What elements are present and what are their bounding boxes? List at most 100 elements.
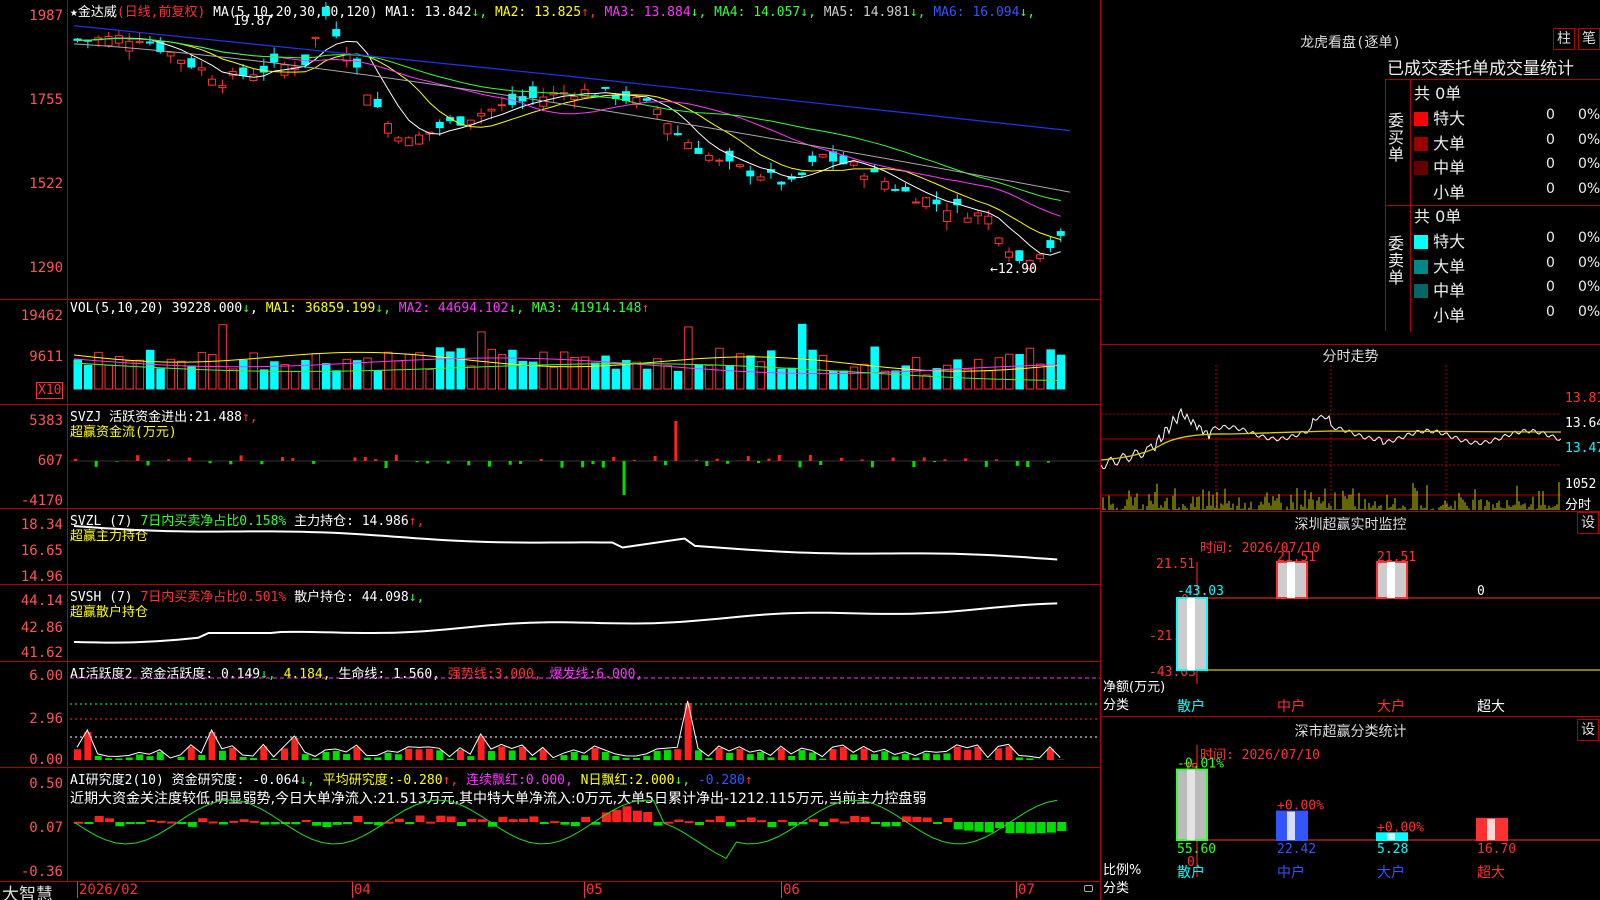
activity-bar [343, 753, 351, 760]
flow-bar [291, 458, 295, 461]
candle-body [177, 59, 185, 64]
lhb-divider [1410, 80, 1411, 332]
research-bar [933, 822, 943, 824]
order-row: 小单 0 0% [1414, 179, 1600, 202]
research-bar [508, 819, 518, 822]
flow-bar [1046, 461, 1050, 463]
order-pct: 0% [1578, 230, 1600, 246]
monitor-chart[interactable]: -43.03 散户 21.51 中户 21.51 大户 0 超大 [1101, 512, 1600, 717]
activity-bar [353, 747, 361, 760]
monitor-panel[interactable]: 深圳超赢实时监控 设 时间: 2026/07/10 21.51 0 -21.51… [1100, 512, 1600, 717]
classify-chart[interactable]: -0.01% 55.60 散户 +0.00% 22.42 中户 +0.00% 5.28 大户 16… [1101, 717, 1600, 900]
activity-bar [363, 757, 371, 760]
candle-body [942, 210, 951, 223]
flow-bar [912, 461, 916, 468]
flow-bar [653, 455, 657, 461]
activity-bar [881, 751, 889, 760]
y-tick: 5383 [29, 413, 63, 429]
research-bar [767, 822, 777, 828]
activity-bar [187, 746, 195, 760]
svsh-chart[interactable] [70, 585, 1100, 662]
vol-y-axis: 19462 9611 X10 [0, 300, 68, 404]
candle-body [363, 94, 372, 106]
ai-activity-chart[interactable] [70, 662, 1100, 768]
order-pct: 0% [1578, 156, 1600, 172]
order-row: 中单 0 0% [1414, 277, 1600, 300]
stroke-mode-button[interactable]: 笔 [1578, 28, 1600, 50]
candle-body [984, 215, 993, 225]
volume-bar [125, 360, 134, 390]
svzj-pane[interactable]: 5383 607 -4170 SVZJ 活跃资金进出:21.488↑, 超赢资金… [0, 405, 1100, 509]
flow-bar [726, 461, 730, 464]
candle-body [197, 67, 206, 71]
candle-body [663, 123, 672, 135]
ai-research-pane[interactable]: 0.50 0.07 -0.36 AI研究度2(10) 资金研究度: -0.064… [0, 768, 1100, 882]
ai-research-chart[interactable] [70, 768, 1100, 882]
candle-body [746, 170, 755, 177]
category-label: 散户 [1177, 698, 1205, 715]
color-swatch [1414, 259, 1428, 274]
volume-bar [228, 368, 238, 390]
classify-panel[interactable]: 深市超赢分类统计 设 时间: 2026/07/10 75 50 25 0 比例%… [1100, 717, 1600, 900]
svzl-chart[interactable] [70, 509, 1100, 585]
flow-bar [819, 461, 823, 465]
y-tick: 1987 [29, 8, 63, 24]
activity-bar [136, 754, 144, 760]
intraday-panel[interactable]: 分时走势 13.81 13.64 13.47 1052 分时 [1100, 345, 1600, 512]
flow-bar [891, 457, 895, 461]
volume-bar [870, 346, 879, 390]
holding-line [73, 525, 1058, 561]
volume-bar [332, 370, 341, 390]
svsh-pane[interactable]: 44.14 42.86 41.62 SVSH (7) 7日内买卖净占比0.501… [0, 585, 1100, 662]
volume-bar [477, 331, 486, 390]
volume-bar [539, 351, 548, 390]
research-bar [353, 815, 363, 822]
research-bar [757, 820, 767, 823]
order-type: 中单 [1428, 158, 1466, 177]
activity-bar [663, 750, 671, 760]
lock-icon[interactable] [1084, 885, 1093, 892]
candle-body [270, 53, 279, 63]
volume-pane[interactable]: 19462 9611 X10 VOL(5,10,20) 39228.000↓, … [0, 300, 1100, 405]
flow-bar [425, 461, 429, 464]
activity-bar [870, 754, 878, 760]
volume-chart[interactable] [70, 300, 1100, 405]
activity-bar [425, 748, 433, 760]
research-bar [974, 822, 984, 832]
research-bar [684, 821, 694, 824]
activity-bar [529, 757, 537, 760]
color-swatch [1414, 235, 1428, 249]
y-tick: 1290 [29, 260, 63, 276]
activity-bar [922, 753, 930, 760]
activity-bar [767, 757, 775, 760]
research-bar [726, 822, 736, 827]
kline-chart[interactable] [70, 0, 1100, 300]
bar-mode-button[interactable]: 柱 [1553, 28, 1575, 50]
order-pct: 0% [1578, 107, 1600, 123]
y-tick: 44.14 [20, 593, 63, 609]
candle-body [166, 51, 175, 57]
research-bar [198, 818, 208, 822]
intraday-vol-tick: 1052 [1565, 477, 1597, 492]
volume-bar [725, 365, 735, 390]
svzj-chart[interactable] [70, 405, 1100, 509]
activity-bar [270, 758, 278, 760]
x-label: 05 [584, 882, 603, 898]
ai-activity-pane[interactable]: 6.00 2.96 0.00 AI活跃度2 资金活跃度: 0.149↓, 4.1… [0, 662, 1100, 768]
research-bar [249, 820, 259, 823]
y-tick: 1755 [29, 92, 63, 108]
research-bar [156, 820, 166, 823]
svzl-pane[interactable]: 18.34 16.65 14.96 SVZL (7) 7日内买卖净占比0.158… [0, 509, 1100, 585]
research-bar [1005, 822, 1015, 834]
flow-bar [663, 461, 667, 466]
flow-bar [601, 461, 605, 468]
research-bar [425, 821, 435, 824]
activity-bar [74, 749, 81, 760]
intraday-chart[interactable] [1101, 365, 1561, 510]
activity-bar [570, 751, 578, 760]
svsh-y-axis: 44.14 42.86 41.62 [0, 585, 68, 661]
color-swatch [1414, 284, 1428, 298]
activity-bar [674, 749, 682, 760]
candle-body [973, 212, 982, 217]
kline-pane[interactable]: 1987 1755 1522 1290 ★金达威(日线,前复权) MA(5,10… [0, 0, 1100, 300]
